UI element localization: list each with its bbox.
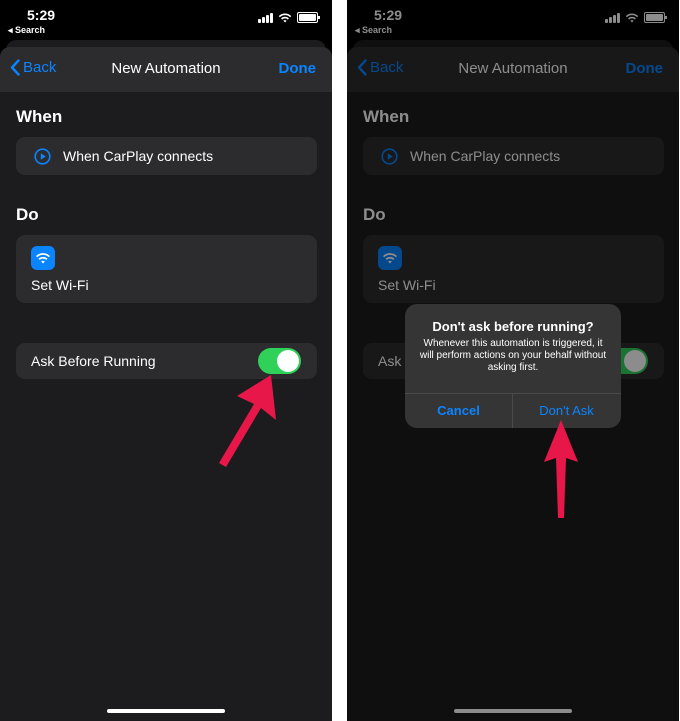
alert-title: Don't ask before running?	[432, 319, 594, 334]
screenshot-left: 5:29 ◂ Search Back New Automation Done W…	[0, 0, 332, 721]
alert-message: Whenever this automation is triggered, i…	[419, 338, 607, 373]
when-heading: When	[16, 107, 63, 126]
trigger-label: When CarPlay connects	[63, 148, 214, 164]
play-circle-icon	[34, 148, 51, 165]
status-time: 5:29	[27, 7, 56, 23]
wifi-icon	[278, 13, 292, 22]
status-bar: 5:29 ◂ Search	[0, 0, 332, 40]
action-card[interactable]: Set Wi-Fi	[16, 235, 317, 303]
back-to-app-label: Search	[15, 25, 46, 35]
cellular-signal-icon	[258, 12, 273, 23]
done-button[interactable]: Done	[279, 60, 317, 77]
ask-before-running-label: Ask Before Running	[31, 353, 156, 369]
annotation-arrow	[219, 375, 276, 467]
ask-before-running-toggle[interactable]	[258, 348, 301, 374]
back-to-app-link[interactable]: ◂ Search	[8, 25, 45, 36]
home-indicator	[107, 709, 225, 713]
annotation-arrow	[544, 420, 578, 518]
wifi-icon	[36, 253, 50, 264]
toggle-knob	[277, 350, 299, 372]
cancel-button[interactable]: Cancel	[405, 393, 512, 428]
screenshot-right: 5:29 ◂ Search Back New Automation Done W…	[347, 0, 679, 721]
action-label: Set Wi-Fi	[31, 277, 89, 293]
do-heading: Do	[16, 205, 39, 224]
confirm-alert: Don't ask before running? Whenever this …	[405, 304, 621, 428]
automation-sheet: Back New Automation Done When When CarPl…	[0, 47, 332, 721]
nav-bar: Back New Automation Done	[0, 47, 332, 92]
trigger-row[interactable]: When CarPlay connects	[16, 137, 317, 175]
battery-icon	[297, 12, 320, 23]
set-wifi-action-icon	[31, 246, 55, 270]
